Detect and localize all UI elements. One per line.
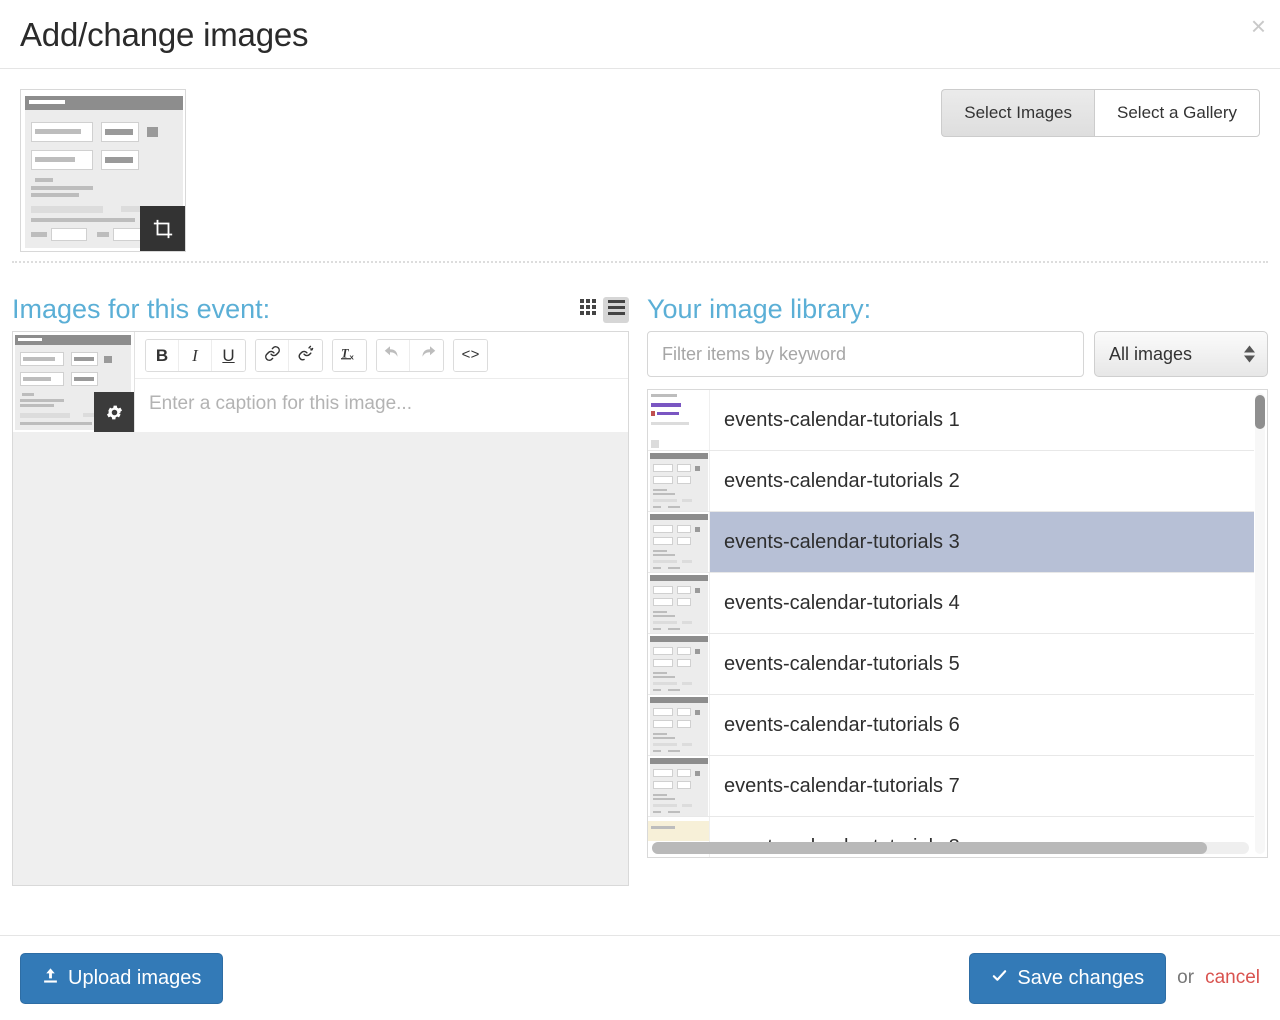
tab-select-images[interactable]: Select Images bbox=[941, 89, 1094, 138]
list-item-thumbnail bbox=[648, 695, 711, 755]
list-item-label: events-calendar-tutorials 4 bbox=[724, 591, 960, 614]
thumbnail-art bbox=[648, 756, 710, 816]
source-code-button[interactable]: <> bbox=[454, 340, 487, 371]
event-images-title: Images for this event: bbox=[12, 294, 271, 324]
upload-images-button[interactable]: Upload images bbox=[20, 952, 224, 1004]
list-item-thumbnail bbox=[648, 756, 711, 816]
redo-icon bbox=[418, 344, 436, 367]
event-image-entry: B I U T x <> Enter a caption for this im… bbox=[13, 332, 629, 432]
link-group bbox=[255, 339, 323, 372]
underline-button[interactable]: U bbox=[212, 340, 245, 371]
list-item[interactable]: events-calendar-tutorials 3 bbox=[648, 512, 1254, 573]
list-item-thumbnail bbox=[648, 573, 711, 633]
close-icon[interactable]: × bbox=[1251, 13, 1266, 39]
text-style-group: B I U bbox=[145, 339, 246, 372]
vertical-scrollbar-thumb[interactable] bbox=[1255, 395, 1265, 429]
horizontal-scrollbar-thumb[interactable] bbox=[652, 842, 1208, 854]
or-text: or bbox=[1177, 967, 1195, 988]
undo-icon bbox=[384, 344, 402, 367]
list-item-thumbnail bbox=[648, 634, 711, 694]
unlink-icon bbox=[297, 345, 314, 367]
image-library-list: events-calendar-tutorials 1 events-calen… bbox=[648, 390, 1254, 857]
caption-editor: B I U T x <> Enter a caption for this im… bbox=[135, 332, 629, 432]
filter-input[interactable] bbox=[647, 331, 1084, 377]
remove-format-group: T x bbox=[332, 339, 367, 372]
list-item-label: events-calendar-tutorials 6 bbox=[724, 713, 960, 736]
list-item[interactable]: events-calendar-tutorials 5 bbox=[648, 634, 1254, 695]
modal-body: Images for this event: B I U T x <> Ente… bbox=[0, 263, 1280, 886]
vertical-scrollbar[interactable] bbox=[1255, 393, 1265, 854]
image-library-column: Your image library: All images bbox=[647, 285, 1268, 886]
horizontal-scrollbar[interactable] bbox=[652, 842, 1249, 854]
image-type-select[interactable]: All images bbox=[1094, 331, 1268, 377]
modal-footer: Upload images Save changes or cancel bbox=[0, 935, 1280, 1020]
save-changes-label: Save changes bbox=[1017, 966, 1145, 989]
view-mode-toggle bbox=[575, 297, 630, 323]
event-images-column: Images for this event: B I U T x <> Ente… bbox=[12, 285, 630, 886]
link-button[interactable] bbox=[256, 340, 289, 371]
list-item[interactable]: events-calendar-tutorials 4 bbox=[648, 573, 1254, 634]
preview-strip: Select Images Select a Gallery bbox=[0, 69, 1280, 252]
save-changes-button[interactable]: Save changes bbox=[969, 952, 1167, 1004]
list-item-thumbnail bbox=[648, 390, 711, 450]
thumbnail-art bbox=[648, 512, 710, 572]
caption-input[interactable]: Enter a caption for this image... bbox=[135, 379, 629, 432]
svg-text:x: x bbox=[350, 352, 355, 361]
bold-button[interactable]: B bbox=[146, 340, 179, 371]
source-toggle-group: Select Images Select a Gallery bbox=[941, 89, 1260, 138]
italic-button[interactable]: I bbox=[179, 340, 212, 371]
library-controls: All images bbox=[647, 331, 1268, 377]
cancel-link[interactable]: cancel bbox=[1205, 967, 1260, 989]
list-item-thumbnail bbox=[648, 451, 711, 511]
grid-view-button[interactable] bbox=[575, 297, 601, 323]
undo-button[interactable] bbox=[377, 340, 410, 371]
thumbnail-art bbox=[648, 390, 710, 450]
list-item-label: events-calendar-tutorials 3 bbox=[710, 512, 1254, 572]
image-library-list-container: events-calendar-tutorials 1 events-calen… bbox=[647, 389, 1268, 858]
list-item[interactable]: events-calendar-tutorials 2 bbox=[648, 451, 1254, 512]
upload-images-label: Upload images bbox=[68, 966, 202, 989]
check-icon bbox=[991, 967, 1008, 990]
link-icon bbox=[264, 345, 281, 367]
list-item[interactable]: events-calendar-tutorials 1 bbox=[648, 390, 1254, 451]
event-images-editor: B I U T x <> Enter a caption for this im… bbox=[12, 331, 630, 886]
caption-placeholder: Enter a caption for this image... bbox=[149, 393, 412, 414]
selected-image-preview[interactable] bbox=[20, 89, 186, 252]
crop-icon[interactable] bbox=[140, 206, 185, 251]
thumbnail-art bbox=[648, 695, 710, 755]
unlink-button[interactable] bbox=[289, 340, 322, 371]
tab-select-gallery[interactable]: Select a Gallery bbox=[1094, 89, 1260, 138]
modal-header: Add/change images × bbox=[0, 0, 1280, 69]
list-icon bbox=[607, 299, 625, 321]
event-images-header: Images for this event: bbox=[12, 285, 630, 324]
list-item[interactable]: events-calendar-tutorials 6 bbox=[648, 695, 1254, 756]
editor-toolbar: B I U T x <> bbox=[135, 332, 629, 379]
list-item[interactable]: events-calendar-tutorials 7 bbox=[648, 756, 1254, 817]
image-library-header: Your image library: bbox=[647, 285, 1268, 323]
grid-icon bbox=[579, 299, 597, 321]
gear-icon[interactable] bbox=[94, 392, 134, 432]
list-view-button[interactable] bbox=[603, 297, 630, 323]
remove-format-icon: T x bbox=[340, 345, 359, 367]
thumbnail-art bbox=[648, 573, 710, 633]
source-group: <> bbox=[453, 339, 488, 372]
list-item-label: events-calendar-tutorials 2 bbox=[724, 469, 960, 492]
remove-format-button[interactable]: T x bbox=[333, 340, 366, 371]
footer-actions: Save changes or cancel bbox=[969, 952, 1260, 1004]
history-group bbox=[376, 339, 444, 372]
upload-icon bbox=[42, 967, 59, 990]
image-library-title: Your image library: bbox=[647, 294, 872, 324]
image-type-select-value: All images bbox=[1109, 343, 1193, 364]
list-item-label: events-calendar-tutorials 5 bbox=[724, 652, 960, 675]
event-image-thumbnail[interactable] bbox=[13, 332, 135, 432]
thumbnail-art bbox=[648, 634, 710, 694]
page-title: Add/change images bbox=[20, 15, 309, 53]
list-item-label: events-calendar-tutorials 1 bbox=[724, 408, 960, 431]
redo-button[interactable] bbox=[410, 340, 443, 371]
list-item-label: events-calendar-tutorials 7 bbox=[724, 774, 960, 797]
thumbnail-art bbox=[648, 451, 710, 511]
chevron-updown-icon bbox=[1244, 345, 1255, 363]
list-item-thumbnail bbox=[648, 512, 711, 572]
